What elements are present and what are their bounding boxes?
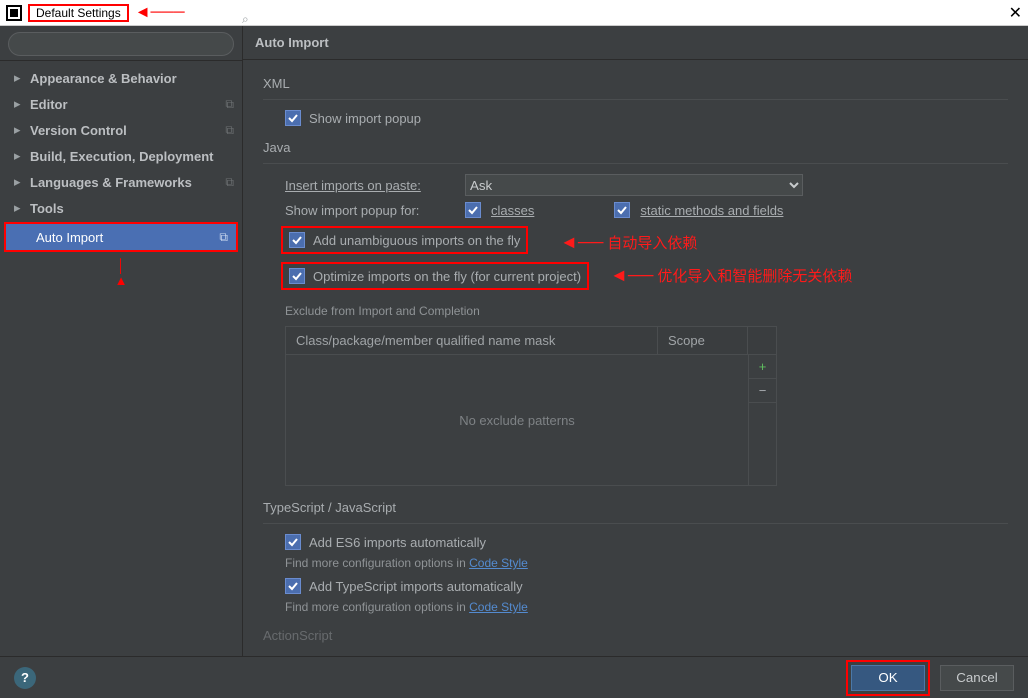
sidebar-item-label: Editor bbox=[30, 97, 219, 112]
section-java: Java bbox=[263, 140, 1008, 155]
checkbox-optimize-imports[interactable] bbox=[289, 268, 305, 284]
close-icon[interactable]: ✕ bbox=[992, 3, 1022, 23]
checkbox-label: Add unambiguous imports on the fly bbox=[313, 233, 520, 248]
insert-imports-select[interactable]: Ask bbox=[465, 174, 803, 196]
sidebar-item-build[interactable]: ▸ Build, Execution, Deployment bbox=[0, 143, 242, 169]
search-icon: ⌕ bbox=[242, 12, 249, 27]
checkbox-classes[interactable] bbox=[465, 202, 481, 218]
highlight-unambiguous: Add unambiguous imports on the fly bbox=[281, 226, 528, 254]
chevron-right-icon: ▸ bbox=[14, 70, 24, 86]
checkbox-label: Add TypeScript imports automatically bbox=[309, 579, 523, 594]
ok-button[interactable]: OK bbox=[851, 665, 925, 691]
find-more-text: Find more configuration options in bbox=[285, 556, 469, 570]
checkbox-label: Optimize imports on the fly (for current… bbox=[313, 269, 581, 284]
exclude-title: Exclude from Import and Completion bbox=[285, 304, 1008, 318]
classes-label: classes bbox=[491, 203, 534, 218]
chevron-right-icon: ▸ bbox=[14, 174, 24, 190]
col-mask[interactable]: Class/package/member qualified name mask bbox=[286, 327, 658, 354]
chevron-right-icon: ▸ bbox=[14, 148, 24, 164]
sidebar-item-editor[interactable]: ▸ Editor ⧉ bbox=[0, 91, 242, 117]
help-icon[interactable]: ? bbox=[14, 667, 36, 689]
checkbox-es6[interactable] bbox=[285, 534, 301, 550]
sidebar-item-lang[interactable]: ▸ Languages & Frameworks ⧉ bbox=[0, 169, 242, 195]
exclude-table: Class/package/member qualified name mask… bbox=[285, 326, 777, 486]
checkbox-ts-imports[interactable] bbox=[285, 578, 301, 594]
remove-icon[interactable]: − bbox=[749, 379, 776, 403]
annotation-text: 优化导入和智能删除无关依赖 bbox=[657, 265, 852, 286]
sidebar-item-label: Build, Execution, Deployment bbox=[30, 149, 234, 164]
project-icon: ⧉ bbox=[225, 97, 234, 112]
col-tools bbox=[748, 327, 776, 354]
project-icon: ⧉ bbox=[219, 230, 228, 245]
project-icon: ⧉ bbox=[225, 123, 234, 138]
table-empty: No exclude patterns bbox=[286, 355, 748, 485]
add-icon[interactable]: + bbox=[749, 355, 776, 379]
sidebar-item-label: Languages & Frameworks bbox=[30, 175, 219, 190]
chevron-right-icon: ▸ bbox=[14, 122, 24, 138]
annotation-optimize: ◄── 优化导入和智能删除无关依赖 bbox=[610, 265, 852, 286]
titlebar: Default Settings ◄─── ✕ bbox=[0, 0, 1028, 26]
sidebar: ⌕ ▸ Appearance & Behavior ▸ Editor ⧉ ▸ V… bbox=[0, 26, 242, 656]
sidebar-item-auto-import[interactable]: Auto Import ⧉ bbox=[6, 224, 236, 250]
search-input[interactable] bbox=[8, 32, 234, 56]
sidebar-item-label: Tools bbox=[30, 201, 234, 216]
section-xml: XML bbox=[263, 76, 1008, 91]
insert-imports-label: Insert imports on paste: bbox=[285, 178, 455, 193]
checkbox-label: Add ES6 imports automatically bbox=[309, 535, 486, 550]
col-scope[interactable]: Scope bbox=[658, 327, 748, 354]
show-import-popup-label: Show import popup for: bbox=[285, 203, 455, 218]
sidebar-item-label: Version Control bbox=[30, 123, 219, 138]
chevron-right-icon: ▸ bbox=[14, 96, 24, 112]
window-title: Default Settings bbox=[28, 4, 129, 22]
checkbox-add-unambiguous[interactable] bbox=[289, 232, 305, 248]
annotation-arrow-icon: │▲ bbox=[0, 258, 242, 288]
section-ts: TypeScript / JavaScript bbox=[263, 500, 1008, 515]
sidebar-item-label: Appearance & Behavior bbox=[30, 71, 234, 86]
annotation-text: 自动导入依赖 bbox=[607, 232, 697, 253]
footer: ? OK Cancel bbox=[0, 656, 1028, 698]
sidebar-item-label: Auto Import bbox=[36, 230, 213, 245]
project-icon: ⧉ bbox=[225, 175, 234, 190]
sidebar-item-appearance[interactable]: ▸ Appearance & Behavior bbox=[0, 65, 242, 91]
code-style-link[interactable]: Code Style bbox=[469, 556, 528, 570]
app-icon bbox=[6, 5, 22, 21]
code-style-link[interactable]: Code Style bbox=[469, 600, 528, 614]
find-more-text: Find more configuration options in bbox=[285, 600, 469, 614]
main-panel: Auto Import XML Show import popup Java I… bbox=[242, 26, 1028, 656]
checkbox-show-import-popup-xml[interactable] bbox=[285, 110, 301, 126]
checkbox-static[interactable] bbox=[614, 202, 630, 218]
annotation-auto-import: ◄── 自动导入依赖 bbox=[560, 232, 697, 253]
annotation-arrow-icon: ◄─── bbox=[135, 4, 185, 22]
page-title: Auto Import bbox=[243, 26, 1028, 60]
checkbox-label: Show import popup bbox=[309, 111, 421, 126]
chevron-right-icon: ▸ bbox=[14, 200, 24, 216]
section-as: ActionScript bbox=[263, 628, 1008, 643]
sidebar-item-vcs[interactable]: ▸ Version Control ⧉ bbox=[0, 117, 242, 143]
highlight-optimize: Optimize imports on the fly (for current… bbox=[281, 262, 589, 290]
static-label: static methods and fields bbox=[640, 203, 783, 218]
sidebar-item-tools[interactable]: ▸ Tools bbox=[0, 195, 242, 221]
cancel-button[interactable]: Cancel bbox=[940, 665, 1014, 691]
